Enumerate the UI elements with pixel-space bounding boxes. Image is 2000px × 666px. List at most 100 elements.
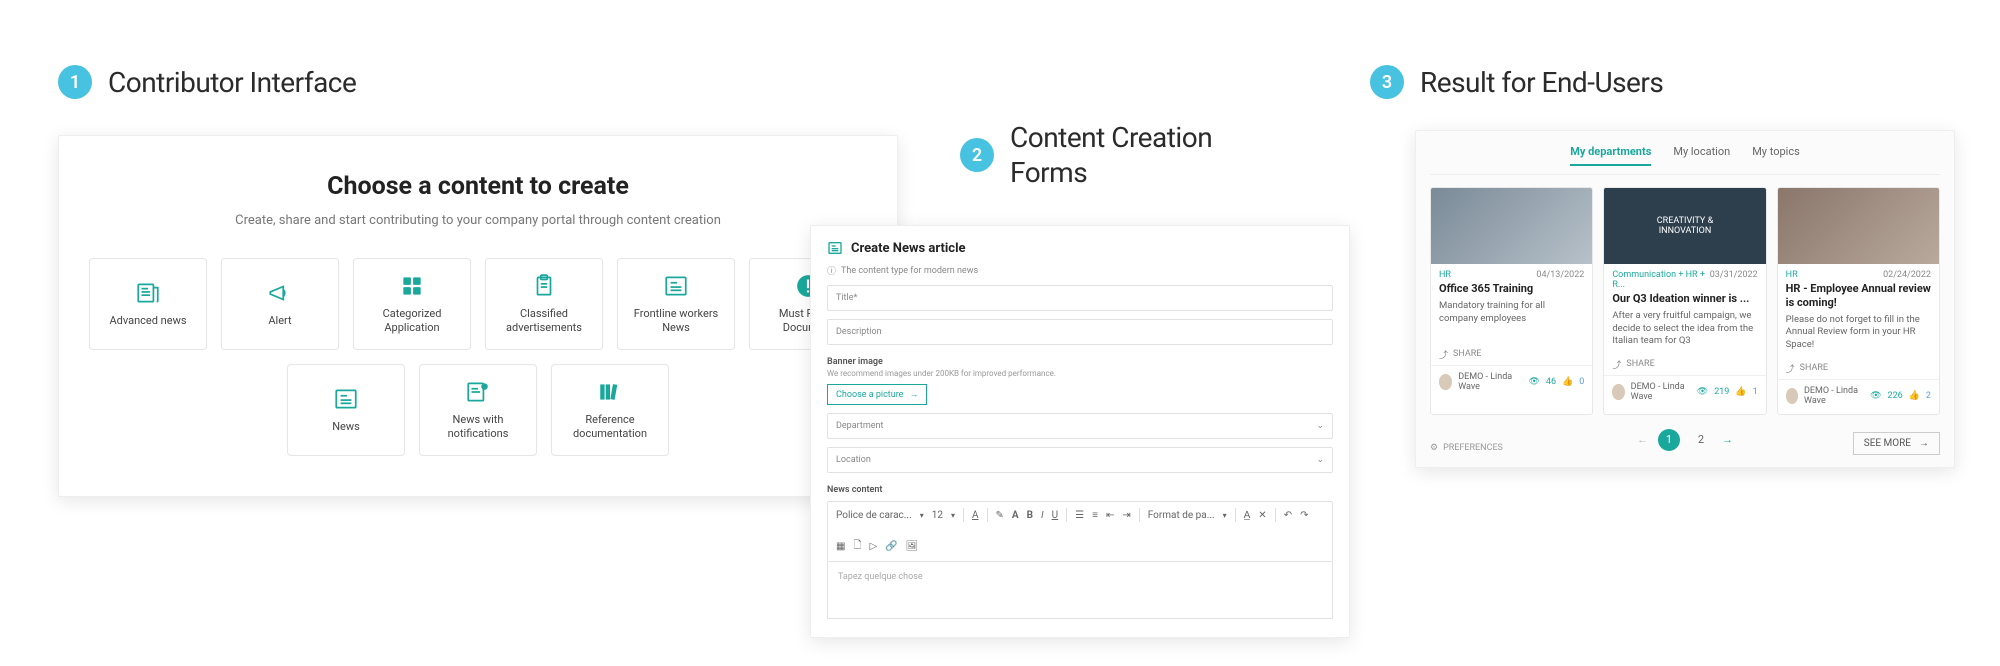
department-select[interactable]: Department ⌄ [827, 413, 1333, 439]
italic-button[interactable]: I [1041, 510, 1044, 521]
chevron-down-icon: ▾ [920, 511, 924, 520]
news-bell-icon [465, 379, 491, 405]
content-type-tile[interactable]: News [287, 364, 405, 456]
view-count: 226 [1888, 391, 1903, 401]
choose-picture-button[interactable]: Choose a picture → [827, 384, 927, 405]
title-field[interactable]: Title* [827, 285, 1333, 311]
content-type-tile[interactable]: Advanced news [89, 258, 207, 350]
numbered-list-button[interactable]: ≡ [1092, 510, 1098, 521]
card-description: Please do not forget to fill in the Annu… [1778, 310, 1939, 358]
paragraph-format-select[interactable]: Format de pa... [1148, 510, 1215, 521]
content-type-tile[interactable]: Frontline workers News [617, 258, 735, 350]
description-placeholder: Description [836, 327, 882, 337]
highlight-button[interactable]: A̲ [1244, 510, 1251, 521]
clear-format-button[interactable]: ✎ [996, 510, 1004, 521]
like-icon: 👍 [1735, 387, 1746, 397]
font-color-button[interactable]: A [972, 510, 979, 521]
books-icon [597, 379, 623, 405]
pager-page-2[interactable]: 2 [1690, 429, 1712, 451]
megaphone-icon [267, 280, 293, 306]
tile-label: News [332, 420, 360, 434]
font-family-select[interactable]: Police de carac... [836, 510, 912, 521]
see-more-button[interactable]: SEE MORE → [1853, 432, 1940, 455]
content-type-tile[interactable]: Reference documentation [551, 364, 669, 456]
font-size-select[interactable]: 12 [932, 510, 943, 521]
news-card[interactable]: CREATIVITY & INNOVATIONCommunication + H… [1603, 187, 1766, 415]
content-type-tile[interactable]: Classified advertisements [485, 258, 603, 350]
title-placeholder: Title* [836, 293, 857, 303]
eye-icon: 👁 [1528, 377, 1539, 387]
share-button[interactable]: ⤴SHARE [1431, 344, 1592, 365]
preferences-label: PREFERENCES [1443, 443, 1503, 453]
undo-button[interactable]: ↶ [1284, 510, 1292, 521]
stage-2-title: Content Creation Forms [1010, 120, 1212, 190]
preferences-button[interactable]: ⚙ PREFERENCES [1430, 443, 1503, 453]
author-name: DEMO - Linda Wave [1804, 386, 1864, 406]
share-button[interactable]: ⤴SHARE [1604, 354, 1765, 375]
underline-button[interactable]: U [1052, 510, 1058, 521]
card-title: HR - Employee Annual review is coming! [1778, 280, 1939, 310]
feed-tabs: My departments My location My topics [1430, 145, 1940, 175]
author-name: DEMO - Linda Wave [1631, 382, 1691, 402]
tab-my-location[interactable]: My location [1673, 145, 1730, 166]
news-icon [333, 386, 359, 412]
location-placeholder: Location [836, 455, 871, 465]
tab-my-topics[interactable]: My topics [1752, 145, 1800, 166]
location-select[interactable]: Location ⌄ [827, 447, 1333, 473]
editor-toolbar: Police de carac... ▾ 12 ▾ A ✎ A B I U ☰ … [827, 501, 1333, 562]
stage-1-title: Contributor Interface [108, 66, 356, 99]
tile-label: News with notifications [426, 413, 530, 441]
pager-page-1[interactable]: 1 [1658, 429, 1680, 451]
chevron-down-icon: ⌄ [1316, 421, 1324, 431]
share-label: SHARE [1800, 363, 1828, 373]
strikethrough-button[interactable]: ✕ [1258, 510, 1266, 521]
video-button[interactable]: ▷ [870, 541, 878, 552]
eye-icon: 👁 [1870, 391, 1881, 401]
stage-3-label: 3 Result for End-Users [1370, 65, 1663, 99]
content-type-tile[interactable]: News with notifications [419, 364, 537, 456]
content-type-tile[interactable]: Categorized Application [353, 258, 471, 350]
banner-label: Banner image [827, 357, 1333, 367]
bullet-list-button[interactable]: ☰ [1075, 510, 1084, 521]
description-field[interactable]: Description [827, 319, 1333, 345]
redo-button[interactable]: ↷ [1300, 510, 1308, 521]
news-card[interactable]: HR02/24/2022HR - Employee Annual review … [1777, 187, 1940, 415]
pager-prev-button[interactable]: ← [1637, 433, 1648, 446]
share-icon: ⤴ [1439, 348, 1448, 361]
file-button[interactable]: 🗋 [853, 538, 861, 555]
tile-label: Classified advertisements [492, 307, 596, 335]
table-button[interactable]: ▦ [836, 541, 845, 552]
stage-1-badge: 1 [58, 65, 92, 99]
share-label: SHARE [1626, 359, 1654, 369]
tab-my-departments[interactable]: My departments [1570, 145, 1651, 166]
pager-next-button[interactable]: → [1722, 433, 1733, 446]
news-card[interactable]: HR04/13/2022Office 365 TrainingMandatory… [1430, 187, 1593, 415]
tile-label: Categorized Application [360, 307, 464, 335]
like-icon: 👍 [1909, 391, 1920, 401]
contributor-interface-panel: Choose a content to create Create, share… [58, 135, 898, 497]
tile-label: Alert [268, 314, 291, 328]
stage-3-badge: 3 [1370, 65, 1404, 99]
form-title-text: Create News article [851, 241, 966, 256]
author-name: DEMO - Linda Wave [1458, 372, 1522, 392]
editor-textarea[interactable]: Tapez quelque chose [827, 562, 1333, 619]
outdent-button[interactable]: ⇤ [1106, 510, 1114, 521]
news-cards: HR04/13/2022Office 365 TrainingMandatory… [1430, 187, 1940, 415]
avatar [1786, 388, 1798, 404]
card-category: Communication + HR + R... [1612, 270, 1709, 290]
content-type-tile[interactable]: Alert [221, 258, 339, 350]
image-button[interactable]: 🖼 [906, 541, 919, 552]
arrow-right-icon: → [1919, 438, 1929, 449]
tile-label: Advanced news [109, 314, 186, 328]
card-author-row: DEMO - Linda Wave👁219👍1 [1604, 375, 1765, 410]
link-button[interactable]: 🔗 [885, 541, 897, 552]
share-button[interactable]: ⤴SHARE [1778, 358, 1939, 379]
indent-button[interactable]: ⇥ [1122, 510, 1130, 521]
tile-label: Frontline workers News [624, 307, 728, 335]
card-date: 02/24/2022 [1883, 270, 1931, 280]
bold-button-2[interactable]: B [1027, 510, 1033, 521]
content-type-tiles: Advanced news Alert Categorized Applicatio… [89, 258, 867, 456]
card-author-row: DEMO - Linda Wave👁46👍0 [1431, 365, 1592, 400]
bold-button[interactable]: A [1012, 510, 1019, 521]
form-hint: ⓘ The content type for modern news [827, 264, 1333, 277]
